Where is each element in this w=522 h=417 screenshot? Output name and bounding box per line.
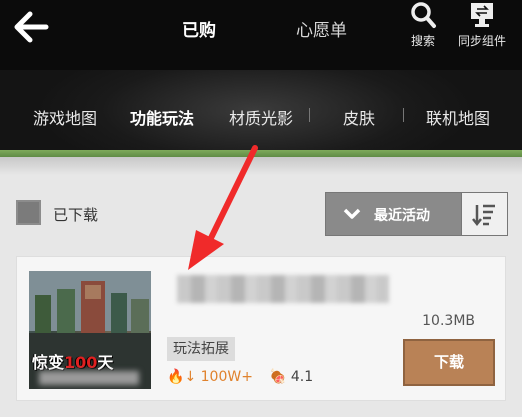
category-textures-shaders[interactable]: 材质光影 [229, 105, 293, 129]
back-arrow-icon[interactable] [10, 8, 52, 46]
category-bar: 游戏地图 功能玩法 材质光影 皮肤 联机地图 [0, 70, 522, 150]
tab-wishlist[interactable]: 心愿单 [296, 16, 347, 41]
thumbnail-blurred-text [39, 371, 139, 385]
item-thumbnail[interactable]: 惊变100天 [29, 271, 151, 389]
rating-value: 4.1 [290, 369, 314, 385]
thumbnail-title: 惊变100天 [32, 353, 114, 372]
item-title-redacted [177, 275, 389, 303]
sync-components-button[interactable]: 同步组件 [455, 0, 509, 49]
sort-label: 最近活动 [374, 208, 430, 224]
list-item[interactable]: 惊变100天 10.3MB 玩法拓展 🔥↓ 100W+ 🍖 4.1 下载 [16, 256, 506, 401]
search-button[interactable]: 搜索 [406, 0, 440, 49]
category-skins[interactable]: 皮肤 [343, 105, 375, 129]
file-size: 10.3MB [422, 313, 475, 329]
sort-order-button[interactable] [461, 193, 507, 235]
download-button[interactable]: 下载 [403, 339, 495, 386]
sort-icon [472, 204, 495, 227]
downloaded-checkbox[interactable] [16, 200, 41, 225]
downloads-count: 100W+ [200, 369, 253, 385]
fire-icon: 🔥 [167, 369, 185, 385]
rating-icon: 🍖 [269, 369, 287, 385]
chevron-down-icon [343, 208, 361, 219]
downloads-stat: 🔥↓ 100W+ [167, 369, 253, 385]
shadow [0, 157, 522, 175]
top-bar: 已购 心愿单 搜索 同步组件 [0, 0, 522, 70]
arrow-down-icon: ↓ [184, 369, 197, 385]
category-tag: 玩法拓展 [167, 337, 235, 361]
search-icon [411, 2, 436, 28]
sync-label: 同步组件 [457, 34, 506, 48]
sort-dropdown[interactable]: 最近活动 [325, 192, 508, 236]
accent-divider [0, 150, 522, 157]
category-gameplay[interactable]: 功能玩法 [130, 105, 194, 129]
category-multiplayer-maps[interactable]: 联机地图 [426, 105, 490, 129]
sync-monitor-icon [471, 3, 493, 27]
rating-stat: 🍖 4.1 [269, 369, 313, 385]
downloaded-label[interactable]: 已下载 [53, 204, 98, 225]
category-game-maps[interactable]: 游戏地图 [33, 105, 97, 129]
search-label: 搜索 [410, 34, 435, 48]
category-divider [309, 108, 310, 122]
tab-purchased[interactable]: 已购 [182, 16, 216, 41]
category-divider [403, 108, 404, 122]
